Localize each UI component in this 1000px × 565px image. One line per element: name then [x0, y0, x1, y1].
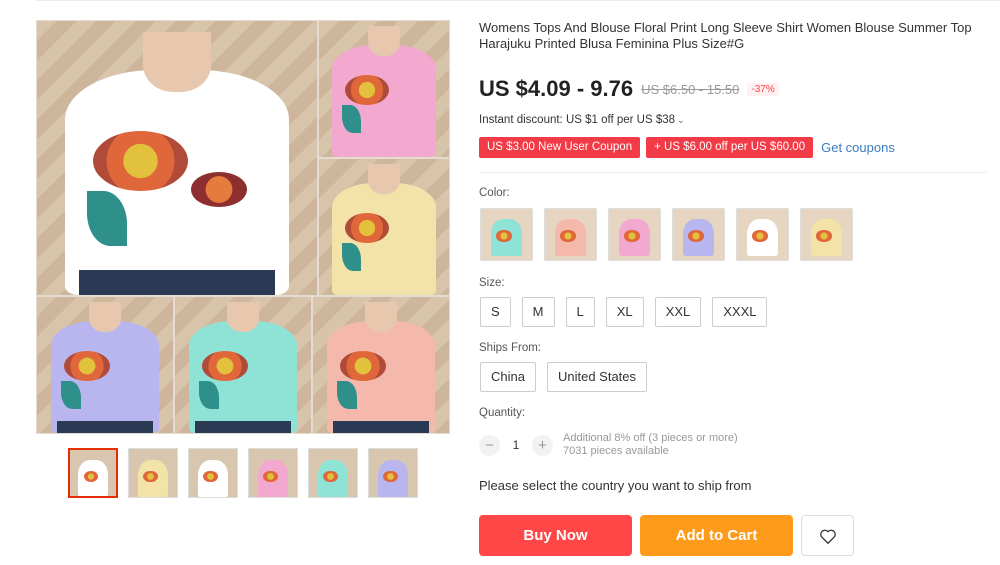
size-option-xl[interactable]: XL: [605, 297, 644, 327]
original-price: US $6.50 - 15.50: [641, 81, 740, 97]
current-price: US $4.09 - 9.76: [479, 76, 634, 101]
color-option[interactable]: [544, 208, 597, 261]
image-tile-white: [36, 20, 318, 296]
wishlist-button[interactable]: [801, 515, 854, 556]
thumbnail-strip: [68, 448, 418, 498]
store-coupon[interactable]: + US $6.00 off per US $60.00: [646, 137, 814, 158]
stock-available-text: 7031 pieces available: [563, 445, 669, 457]
new-user-coupon[interactable]: US $3.00 New User Coupon: [479, 137, 641, 158]
size-options: S M L XL XXL XXXL: [480, 297, 768, 327]
quantity-value[interactable]: 1: [500, 438, 532, 452]
top-border: [36, 0, 1000, 3]
thumbnail[interactable]: [68, 448, 118, 498]
quantity-label: Quantity:: [479, 407, 526, 419]
price-row: US $4.09 - 9.76 US $6.50 - 15.50 -37%: [479, 76, 779, 102]
color-option[interactable]: [736, 208, 789, 261]
bulk-discount-text: Additional 8% off (3 pieces or more): [563, 432, 738, 444]
heart-icon: [819, 529, 836, 544]
quantity-increase-button[interactable]: +: [532, 434, 553, 456]
color-label: Color:: [479, 187, 510, 199]
size-option-m[interactable]: M: [521, 297, 555, 327]
ship-option-china[interactable]: China: [480, 362, 536, 392]
size-option-xxxl[interactable]: XXXL: [712, 297, 768, 327]
instant-discount-text: Instant discount: US $1 off per US $38: [479, 114, 676, 126]
size-label: Size:: [479, 277, 505, 289]
discount-badge: -37%: [747, 82, 779, 96]
divider: [479, 172, 987, 173]
color-option[interactable]: [480, 208, 533, 261]
color-option[interactable]: [608, 208, 661, 261]
thumbnail[interactable]: [368, 448, 418, 498]
thumbnail[interactable]: [128, 448, 178, 498]
quantity-decrease-button[interactable]: −: [479, 434, 500, 456]
thumbnail[interactable]: [248, 448, 298, 498]
image-tile-mint: [174, 296, 312, 434]
buy-now-button[interactable]: Buy Now: [479, 515, 632, 556]
image-tile-yellow: [318, 158, 450, 296]
quantity-stepper: − 1 + Additional 8% off (3 pieces or mor…: [479, 432, 738, 458]
image-tile-purple: [36, 296, 174, 434]
color-option[interactable]: [672, 208, 725, 261]
ship-option-united-states[interactable]: United States: [546, 362, 648, 392]
thumbnail[interactable]: [308, 448, 358, 498]
instant-discount[interactable]: Instant discount: US $1 off per US $38 ⌄: [479, 114, 685, 126]
quantity-info: Additional 8% off (3 pieces or more) 703…: [563, 432, 738, 458]
ships-from-options: China United States: [480, 362, 648, 392]
coupon-row: US $3.00 New User Coupon + US $6.00 off …: [479, 137, 895, 158]
get-coupons-link[interactable]: Get coupons: [821, 140, 895, 155]
size-option-s[interactable]: S: [480, 297, 511, 327]
ship-country-message: Please select the country you want to sh…: [479, 478, 752, 493]
size-option-xxl[interactable]: XXL: [654, 297, 702, 327]
image-tile-pink: [318, 20, 450, 158]
chevron-down-icon: ⌄: [677, 115, 685, 125]
ships-from-label: Ships From:: [479, 342, 541, 354]
color-option[interactable]: [800, 208, 853, 261]
size-option-l[interactable]: L: [565, 297, 595, 327]
product-title: Womens Tops And Blouse Floral Print Long…: [479, 20, 972, 51]
main-product-image[interactable]: [36, 20, 450, 434]
image-tile-peach: [312, 296, 450, 434]
add-to-cart-button[interactable]: Add to Cart: [640, 515, 793, 556]
color-options: [480, 208, 853, 261]
thumbnail[interactable]: [188, 448, 238, 498]
